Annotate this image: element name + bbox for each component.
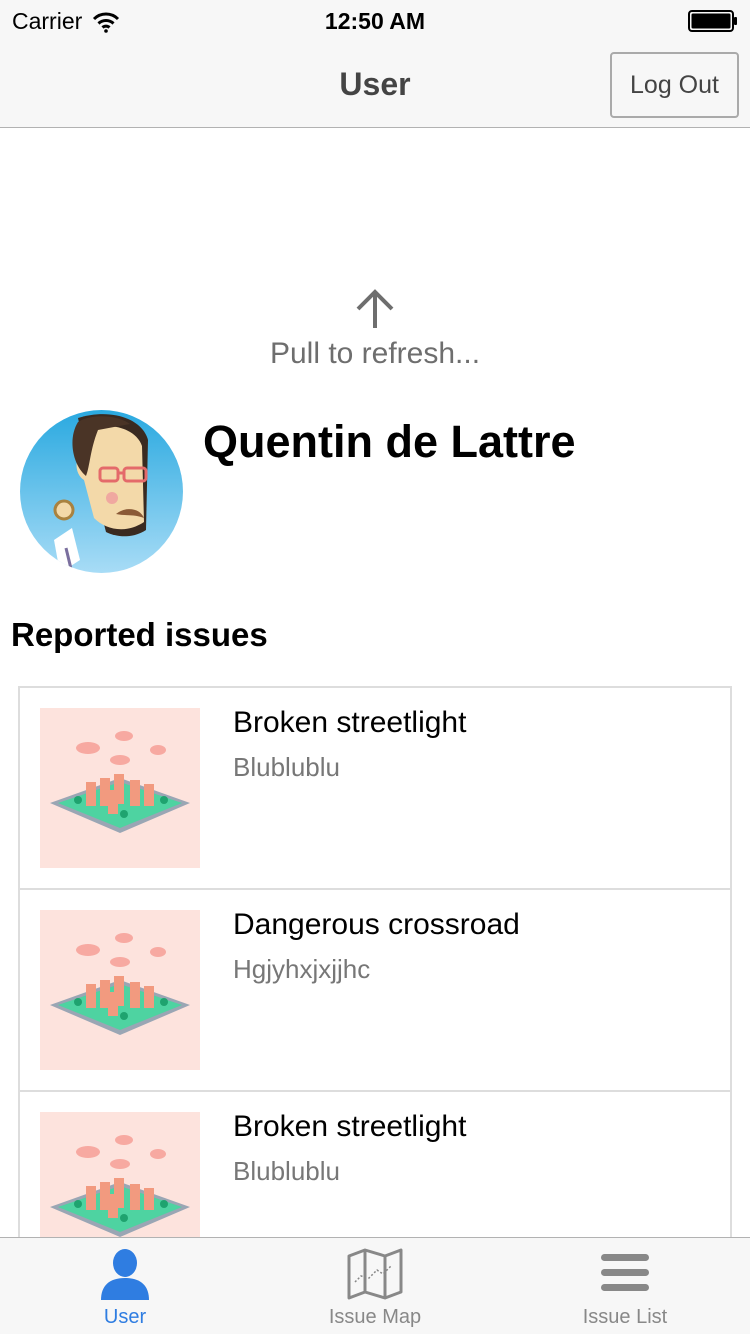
issue-title: Broken streetlight [233,706,467,739]
tab-user[interactable]: User [0,1238,250,1334]
tab-issue-list[interactable]: Issue List [500,1238,750,1334]
pull-to-refresh-label: Pull to refresh... [269,337,481,370]
issue-description: Hgjyhxjxjjhc [233,954,371,984]
battery-icon [688,10,737,32]
list-icon [601,1254,649,1291]
pull-to-refresh: Pull to refresh... [0,287,750,371]
issue-thumbnail [40,708,200,868]
tab-label: User [103,1306,147,1328]
user-name: Quentin de Lattre [203,416,576,467]
issue-thumbnail [40,1112,200,1237]
issue-title: Dangerous crossroad [233,908,520,941]
list-item[interactable]: Broken streetlight Blublublu [20,688,730,890]
person-icon [101,1249,149,1300]
issue-description: Blublublu [233,1156,340,1186]
status-bar: Carrier 12:50 AM [0,0,750,40]
issue-title: Broken streetlight [233,1110,467,1143]
tab-bar: User Issue Map Issue List [0,1237,750,1334]
issue-thumbnail [40,910,200,1070]
issue-list: Broken streetlight Blublublu Dangerous c… [18,686,732,1237]
scroll-content[interactable]: Pull to refresh... Quentin de Lattre Rep… [0,129,750,1237]
list-item[interactable]: Dangerous crossroad Hgjyhxjxjjhc [20,890,730,1092]
log-out-button[interactable]: Log Out [610,52,739,118]
clock: 12:50 AM [324,8,426,34]
section-title: Reported issues [11,616,268,653]
tab-label: Issue List [582,1306,668,1328]
map-icon [347,1248,403,1300]
list-item[interactable]: Broken streetlight Blublublu [20,1092,730,1237]
navigation-bar: User Log Out [0,40,750,128]
issue-description: Blublublu [233,752,340,782]
tab-issue-map[interactable]: Issue Map [250,1238,500,1334]
avatar [20,410,183,573]
arrow-up-icon [356,289,394,328]
tab-label: Issue Map [328,1306,422,1328]
